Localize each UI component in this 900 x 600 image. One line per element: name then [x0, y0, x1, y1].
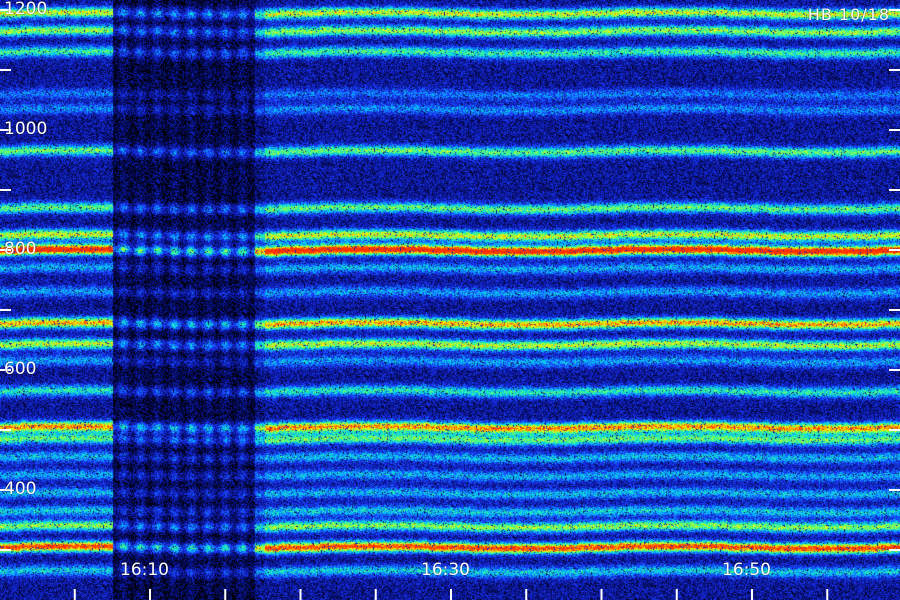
x-tick-label: 16:30 [421, 560, 470, 580]
y-tick-label: 400 [4, 479, 37, 499]
axis-ticks [0, 9, 900, 600]
y-tick-label: 1200 [4, 0, 48, 19]
chart-title: HB 10/18 [807, 5, 890, 24]
y-tick-label: 800 [4, 239, 37, 259]
x-tick-label: 16:10 [120, 560, 169, 580]
y-tick-label: 1000 [4, 119, 48, 139]
y-tick-label: 600 [4, 359, 37, 379]
x-tick-label: 16:50 [722, 560, 771, 580]
